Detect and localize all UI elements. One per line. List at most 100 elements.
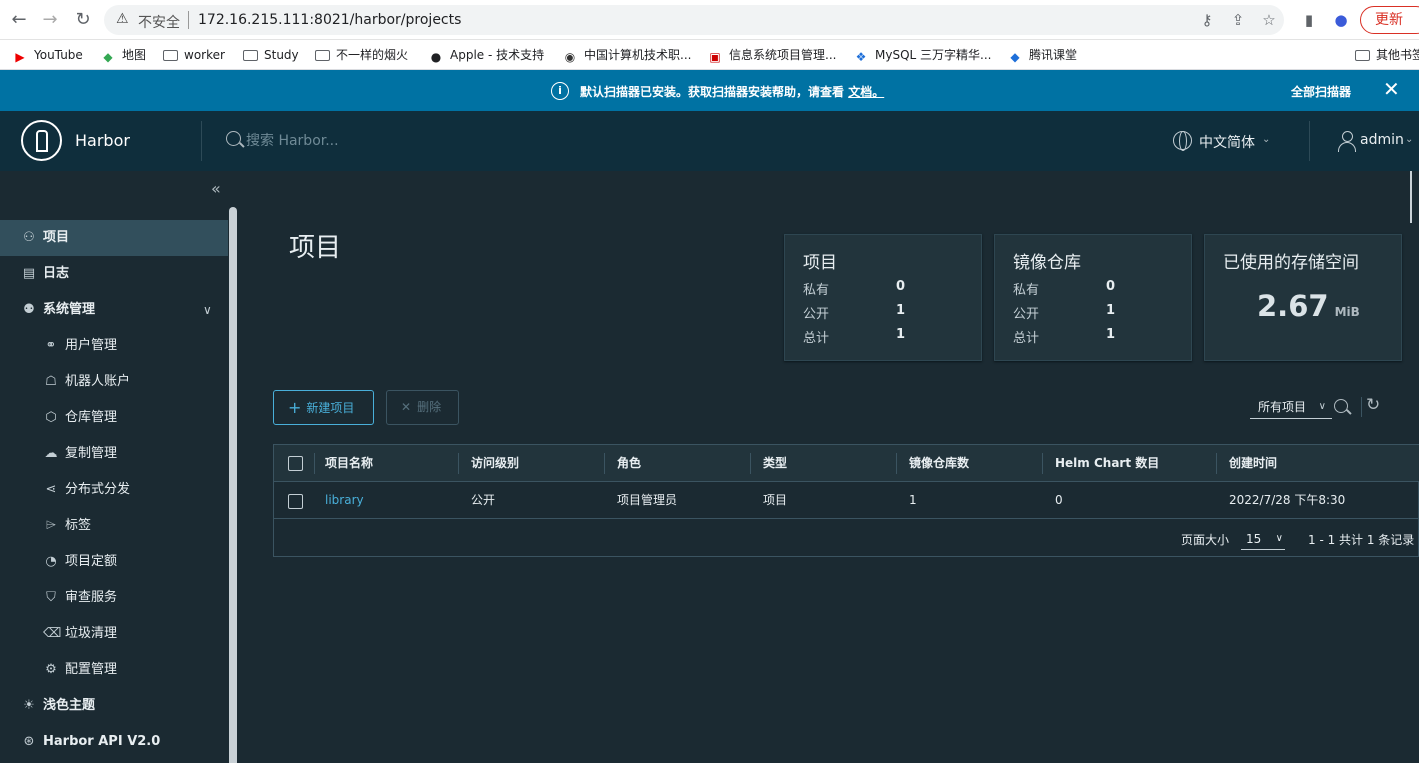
sidebar-item-admin[interactable]: ⚉ 系统管理 ∨ xyxy=(0,292,228,328)
search-icon xyxy=(226,131,241,146)
replication-icon: ☁ xyxy=(44,446,58,461)
bookmark-maps[interactable]: ◆ 地图 xyxy=(100,45,146,65)
share-icon: ⋖ xyxy=(45,482,57,497)
role: 项目管理员 xyxy=(617,493,678,507)
app-header: Harbor 中文简体 ⌄ admin ⌄ xyxy=(0,111,1419,171)
site-icon: ❖ xyxy=(855,50,867,64)
forward-button[interactable]: → xyxy=(38,8,62,32)
storage-value: 2.67 xyxy=(1257,289,1329,323)
user-icon xyxy=(1338,131,1356,152)
address-bar[interactable]: ⚠ 不安全 172.16.215.111:8021/harbor/project… xyxy=(104,5,1284,35)
bookmark-ccf[interactable]: ◉ 中国计算机技术职... xyxy=(562,45,692,65)
column-header[interactable]: 镜像仓库数 xyxy=(904,445,969,481)
sidebar-item-logs[interactable]: ▤ 日志 xyxy=(0,256,228,292)
bookmark-mysql[interactable]: ❖ MySQL 三万字精华... xyxy=(853,45,992,65)
column-header[interactable]: 项目名称 xyxy=(320,445,373,481)
bookmark-other[interactable]: 其他书签 xyxy=(1355,45,1419,65)
robot-icon: ☖ xyxy=(45,374,57,389)
sidebar-item-projects[interactable]: ⚇ 项目 xyxy=(0,220,228,256)
plus-icon: + xyxy=(288,398,302,417)
bookmark-apple[interactable]: ● Apple - 技术支持 xyxy=(428,45,544,65)
column-header[interactable]: Helm Chart 数目 xyxy=(1050,445,1159,481)
column-header[interactable]: 创建时间 xyxy=(1224,445,1277,481)
info-icon: i xyxy=(551,82,569,100)
record-count: 1 - 1 共计 1 条记录 xyxy=(1308,533,1415,547)
warning-icon: ⚠ xyxy=(116,11,129,27)
bookmark-youtube[interactable]: ▶ YouTube xyxy=(12,45,82,65)
bookmark-worker[interactable]: worker xyxy=(163,45,225,65)
sidebar-item-config[interactable]: ⚙ 配置管理 xyxy=(0,652,228,688)
back-button[interactable]: ← xyxy=(7,8,31,32)
logs-icon: ▤ xyxy=(22,266,36,281)
info-banner: i 默认扫描器已安装。获取扫描器安装帮助，请查看 文档。 全部扫描器 ✕ xyxy=(0,70,1419,111)
gear-icon: ⚙ xyxy=(45,662,57,677)
storage-card: 已使用的存储空间 2.67 MiB xyxy=(1204,234,1402,361)
chevron-down-icon: ∨ xyxy=(1318,401,1326,412)
update-button[interactable]: 更新 xyxy=(1360,6,1419,34)
page-size-select[interactable]: 15 ∨ xyxy=(1241,528,1285,550)
sidebar-item-distribution[interactable]: ⋖ 分布式分发 xyxy=(0,472,228,508)
youtube-icon: ▶ xyxy=(15,50,25,64)
sidebar-item-labels[interactable]: ⌲ 标签 xyxy=(0,508,228,544)
banner-message: 默认扫描器已安装。获取扫描器安装帮助，请查看 文档。 xyxy=(580,85,885,99)
close-icon[interactable]: ✕ xyxy=(1383,79,1400,99)
global-search-input[interactable] xyxy=(246,129,546,153)
sidebar-item-robots[interactable]: ☖ 机器人账户 xyxy=(0,364,228,400)
app-name[interactable]: Harbor xyxy=(75,131,130,150)
language-selector[interactable]: 中文简体 xyxy=(1199,132,1255,152)
search-icon[interactable] xyxy=(1334,399,1348,413)
profile-icon[interactable]: ● xyxy=(1331,9,1351,31)
column-header[interactable]: 类型 xyxy=(758,445,787,481)
docs-link[interactable]: 文档。 xyxy=(848,85,884,99)
chevron-down-icon: ∨ xyxy=(1275,533,1283,544)
chart-count: 0 xyxy=(1055,493,1063,507)
browser-toolbar: ← → ↻ ⚠ 不安全 172.16.215.111:8021/harbor/p… xyxy=(0,0,1419,40)
sidebar-scrollbar[interactable] xyxy=(229,207,237,763)
key-icon[interactable]: ⚷ xyxy=(1197,9,1217,31)
sidebar-item-registries[interactable]: ⬡ 仓库管理 xyxy=(0,400,228,436)
quota-icon: ◔ xyxy=(45,554,57,569)
repo-count: 1 xyxy=(909,493,917,507)
row-checkbox[interactable] xyxy=(288,494,303,509)
close-icon: ✕ xyxy=(401,400,412,414)
sidepanel-icon[interactable]: ▮ xyxy=(1299,9,1319,31)
bookmark-star-icon[interactable]: ☆ xyxy=(1259,9,1279,31)
column-header[interactable]: 角色 xyxy=(612,445,641,481)
sidebar-item-light-theme[interactable]: ☀ 浅色主题 xyxy=(0,688,228,724)
delete-button[interactable]: ✕ 删除 xyxy=(386,390,459,425)
projects-icon: ⚇ xyxy=(23,230,35,245)
project-filter-select[interactable]: 所有项目 ∨ xyxy=(1250,395,1332,419)
sidebar-item-replication[interactable]: ☁ 复制管理 xyxy=(0,436,228,472)
column-header[interactable]: 访问级别 xyxy=(466,445,519,481)
select-all-checkbox[interactable] xyxy=(288,456,303,471)
bookmark-pm[interactable]: ▣ 信息系统项目管理... xyxy=(707,45,836,65)
sidebar-item-gc[interactable]: ⌫ 垃圾清理 xyxy=(0,616,228,652)
page-title: 项目 xyxy=(289,233,342,263)
url-text[interactable]: 172.16.215.111:8021/harbor/projects xyxy=(198,12,461,28)
harbor-logo-icon[interactable] xyxy=(21,120,62,161)
url-separator xyxy=(188,11,189,29)
tag-icon: ⌲ xyxy=(45,518,57,533)
reload-button[interactable]: ↻ xyxy=(71,8,95,32)
user-menu[interactable]: admin xyxy=(1360,132,1404,148)
all-scanners-button[interactable]: 全部扫描器 xyxy=(1291,83,1351,100)
chevron-down-icon: ⌄ xyxy=(1405,134,1414,145)
page-size-label: 页面大小 xyxy=(1181,533,1230,547)
sidebar-item-interrogation[interactable]: ⛉ 审查服务 xyxy=(0,580,228,616)
new-project-button[interactable]: + 新建项目 xyxy=(273,390,374,425)
share-icon[interactable]: ⇪ xyxy=(1228,9,1248,31)
site-icon: ◆ xyxy=(1010,50,1020,64)
refresh-icon[interactable]: ↻ xyxy=(1366,395,1380,415)
edge-handle[interactable] xyxy=(1410,171,1419,223)
sidebar-item-quotas[interactable]: ◔ 项目定额 xyxy=(0,544,228,580)
toolbar-divider xyxy=(1361,397,1362,417)
sidebar-item-users[interactable]: ⚭ 用户管理 xyxy=(0,328,228,364)
type: 项目 xyxy=(763,493,788,507)
bookmark-fireworks[interactable]: 不一样的烟火 xyxy=(315,45,408,65)
sidebar-item-api[interactable]: ⊛ Harbor API V2.0 xyxy=(0,724,228,760)
bookmark-tencent[interactable]: ◆ 腾讯课堂 xyxy=(1007,45,1077,65)
project-name-link[interactable]: library xyxy=(320,482,364,518)
collapse-sidebar-icon[interactable]: « xyxy=(211,179,221,198)
main-content: 项目 项目 私有 0 公开 1 总计 1 镜像仓库 私有 0 公开 1 总计 1 已使用的存… xyxy=(238,171,1419,763)
bookmark-study[interactable]: Study xyxy=(243,45,299,65)
